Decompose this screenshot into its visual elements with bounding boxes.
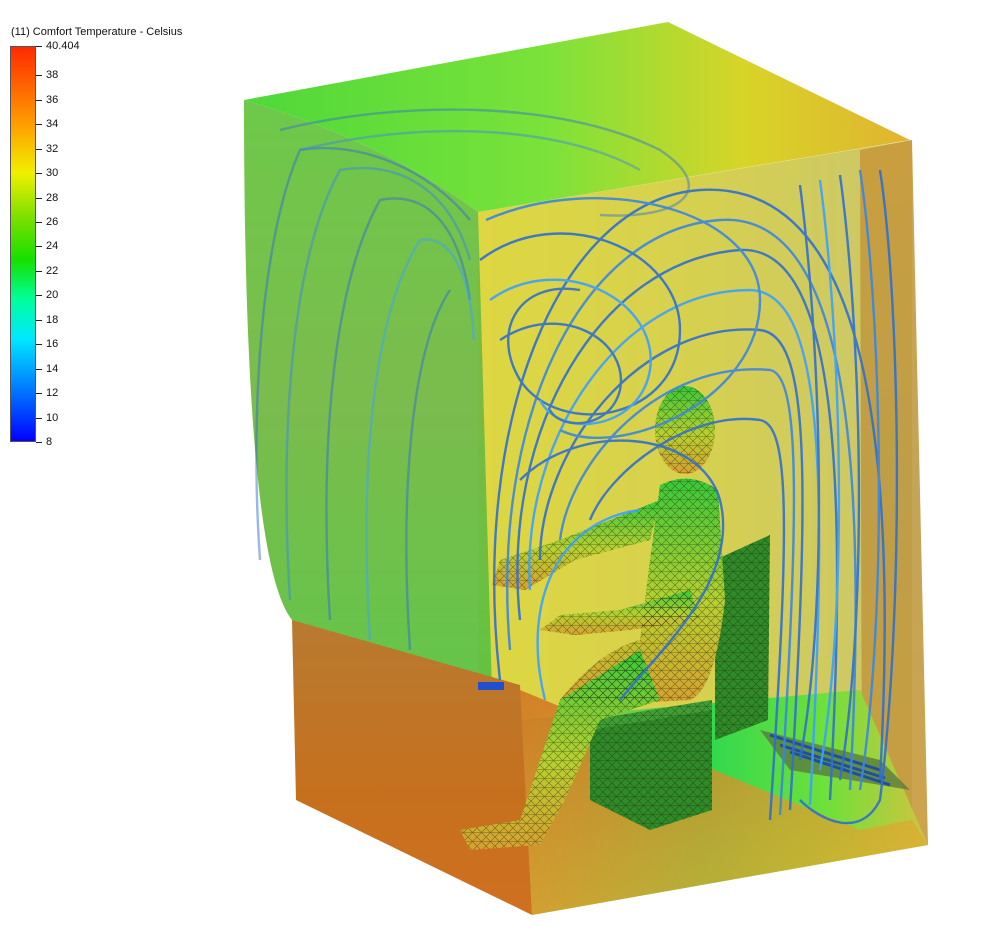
- inlet-strip: [478, 682, 504, 690]
- cfd-scene-viewport[interactable]: [0, 0, 1008, 952]
